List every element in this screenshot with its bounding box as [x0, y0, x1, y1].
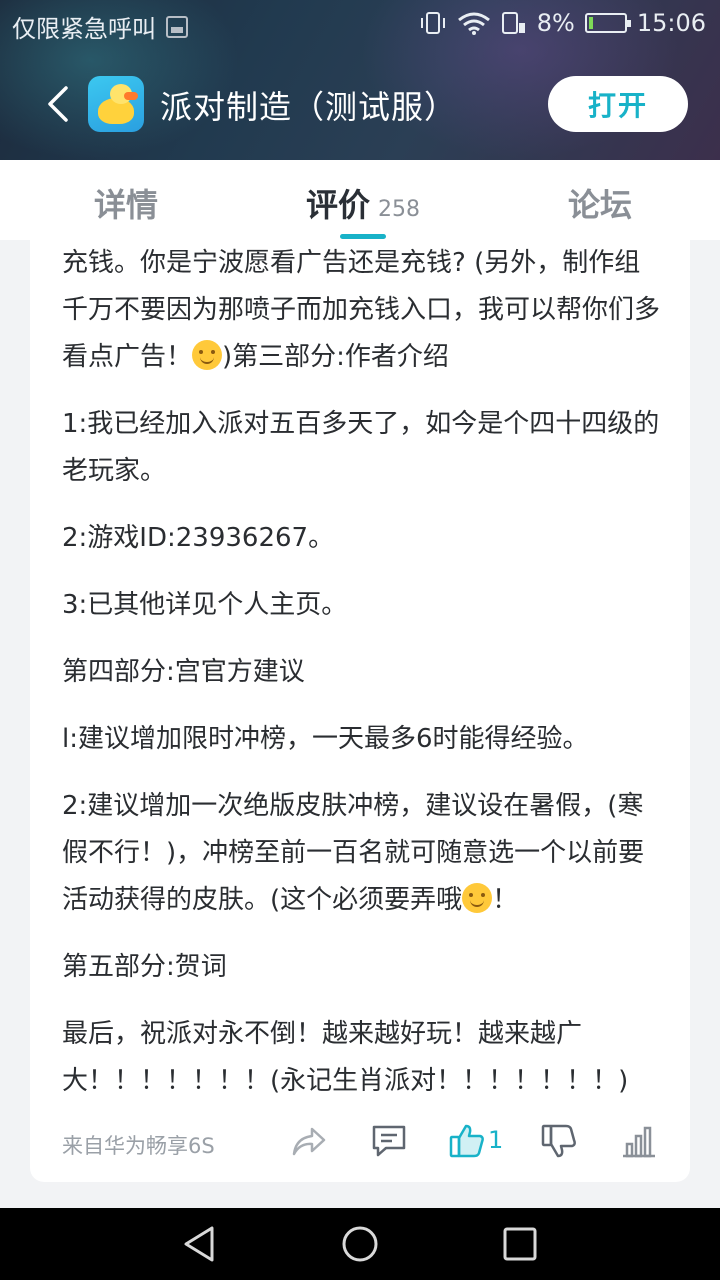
tab-reviews-label: 评价: [306, 186, 371, 224]
tab-reviews[interactable]: 评价 258: [306, 180, 420, 226]
review-paragraph: 3:已其他详见个人主页。: [62, 590, 348, 620]
review-footer: 来自华为畅享6S 1: [30, 1120, 690, 1164]
nav-home-icon[interactable]: [340, 1224, 380, 1264]
review-paragraph: 最后，祝派对永不倒！越来越好玩！越来越广大！！！！！！！(永记生肖派对！！！！！…: [62, 1019, 629, 1096]
image-notification-icon: [166, 15, 188, 38]
review-paragraph: 充钱。你是宁波愿看广告还是充钱? (另外，制作组千万不要因为那喷子而加充钱入口，…: [62, 240, 662, 381]
clock: 15:06: [636, 9, 706, 37]
tab-bar: 详情 评价 258 论坛: [0, 160, 720, 240]
tab-reviews-count: 258: [378, 197, 421, 222]
app-header: 仅限紧急呼叫 8% 15:06 派对制造（测试服） 打开: [0, 0, 720, 160]
share-icon[interactable]: [290, 1122, 328, 1160]
review-text: 2:建议增加一次绝版皮肤冲榜，建议设在暑假，(寒假不行！)，冲榜至前一百名就可随…: [62, 791, 645, 915]
vibrate-icon: [420, 12, 445, 34]
back-arrow-icon[interactable]: [40, 84, 80, 124]
review-paragraph: 2:建议增加一次绝版皮肤冲榜，建议设在暑假，(寒假不行！)，冲榜至前一百名就可随…: [62, 783, 662, 924]
sim-icon: [501, 12, 525, 34]
nav-recent-apps-icon[interactable]: [500, 1224, 540, 1264]
review-paragraph: l:建议增加限时冲榜，一天最多6时能得经验。: [62, 724, 589, 754]
status-bar: 仅限紧急呼叫 8% 15:06: [0, 0, 720, 48]
review-card: 充钱。你是宁波愿看广告还是充钱? (另外，制作组千万不要因为那喷子而加充钱入口，…: [30, 240, 690, 1182]
review-paragraph: 1:我已经加入派对五百多天了，如今是个四十四级的老玩家。: [62, 409, 660, 486]
system-nav-bar: [0, 1208, 720, 1280]
nav-back-icon[interactable]: [180, 1224, 220, 1264]
carrier-text: 仅限紧急呼叫: [12, 15, 156, 43]
like-count: 1: [488, 1126, 504, 1154]
review-text: )第三部分:作者介绍: [222, 342, 449, 372]
battery-percent: 8%: [536, 9, 575, 37]
thumbs-down-icon[interactable]: [540, 1122, 578, 1160]
device-source: 来自华为畅享6S: [62, 1134, 215, 1158]
app-bar: 派对制造（测试服） 打开: [0, 64, 720, 144]
review-text: ！: [492, 885, 519, 915]
thumbs-up-icon[interactable]: [448, 1122, 486, 1160]
tab-forum[interactable]: 论坛: [568, 180, 632, 226]
comment-icon[interactable]: [370, 1122, 408, 1160]
tab-details[interactable]: 详情: [94, 180, 158, 226]
stats-icon[interactable]: [620, 1122, 658, 1160]
review-paragraph: 2:游戏ID:23936267。: [62, 523, 335, 553]
smile-emoji-icon: [192, 340, 223, 370]
review-paragraph: 第四部分:宫官方建议: [62, 657, 305, 687]
review-content: 充钱。你是宁波愿看广告还是充钱? (另外，制作组千万不要因为那喷子而加充钱入口，…: [62, 240, 662, 1125]
tab-indicator: [340, 234, 386, 239]
battery-icon: [584, 13, 631, 33]
blush-emoji-icon: [462, 883, 493, 913]
app-title: 派对制造（测试服）: [160, 89, 458, 125]
open-app-button[interactable]: 打开: [548, 76, 688, 132]
review-paragraph: 第五部分:贺词: [62, 952, 227, 982]
wifi-icon: [457, 12, 490, 35]
app-logo-icon: [88, 76, 144, 132]
